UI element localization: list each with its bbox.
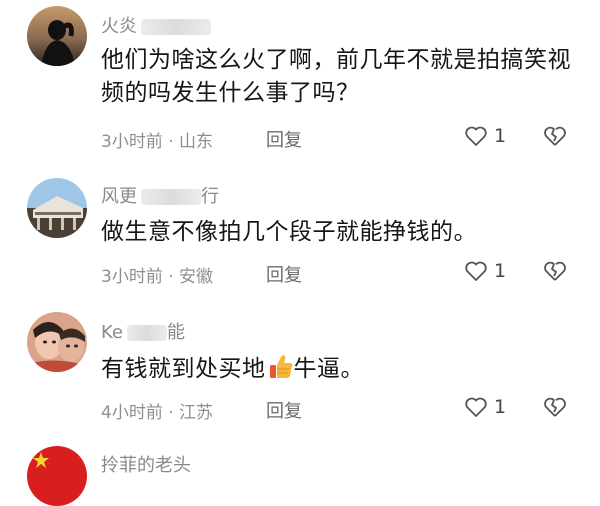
broken-heart-icon (544, 126, 566, 146)
username[interactable]: Ke 能 (101, 318, 185, 344)
avatar-image (27, 6, 87, 66)
comment-text: 有钱就到处买地 牛逼。 (101, 352, 571, 386)
like-button[interactable]: 1 (464, 125, 506, 147)
avatar[interactable] (27, 446, 87, 506)
username[interactable]: 火炎 (101, 12, 211, 38)
comment-meta: 4小时前 · 江苏 (101, 403, 214, 423)
avatar[interactable] (27, 178, 87, 238)
comment-text: 他们为啥这么火了啊，前几年不就是拍搞笑视频的吗发生什么事了吗？ (101, 47, 571, 106)
comment-text: 做生意不像拍几个段子就能挣钱的。 (101, 219, 477, 245)
comment-meta: 3小时前 · 安徽 (101, 267, 214, 287)
heart-icon (465, 261, 487, 281)
redacted-name (141, 189, 201, 205)
broken-heart-icon (544, 261, 566, 281)
dislike-button[interactable] (543, 125, 567, 151)
avatar-image (27, 178, 87, 238)
heart-icon (465, 126, 487, 146)
like-count: 1 (494, 125, 507, 147)
dislike-button[interactable] (543, 396, 567, 422)
like-count: 1 (494, 260, 507, 282)
redacted-name (141, 19, 211, 35)
redacted-name (126, 325, 167, 341)
avatar[interactable] (27, 312, 87, 372)
thumbs-up-emoji-icon (269, 355, 292, 378)
like-button[interactable]: 1 (464, 396, 506, 418)
dislike-button[interactable] (543, 260, 567, 286)
avatar[interactable] (27, 6, 87, 66)
avatar-image (27, 312, 87, 372)
avatar-image (27, 446, 87, 506)
reply-button[interactable]: 回复 (266, 261, 302, 287)
like-button[interactable]: 1 (464, 260, 506, 282)
comment-meta: 3小时前 · 山东 (101, 132, 214, 152)
reply-button[interactable]: 回复 (266, 126, 302, 152)
broken-heart-icon (544, 397, 566, 417)
like-count: 1 (494, 396, 507, 418)
username[interactable]: 拎菲的老头 (101, 451, 191, 477)
username[interactable]: 风更行 (101, 182, 219, 208)
heart-icon (465, 397, 487, 417)
reply-button[interactable]: 回复 (266, 397, 302, 423)
